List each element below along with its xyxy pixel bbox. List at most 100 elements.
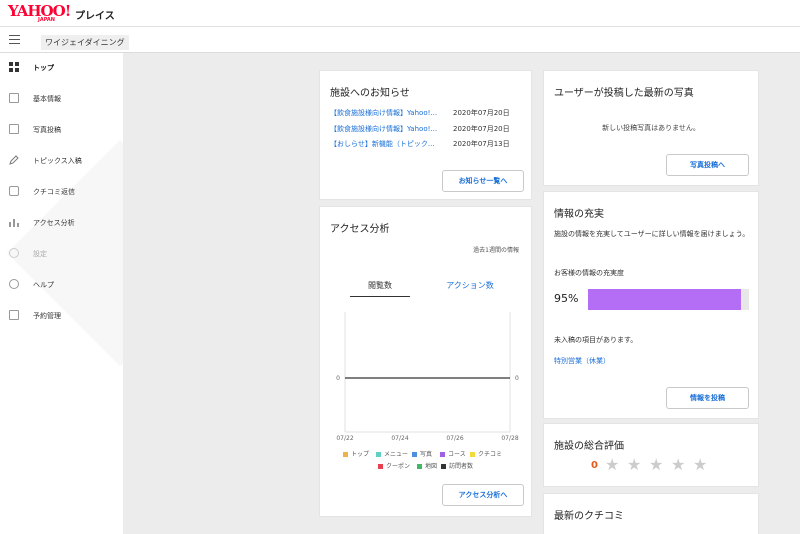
star-icon: ★	[605, 455, 620, 474]
sidebar-item-review-reply[interactable]: クチコミ返信	[0, 180, 123, 206]
service-name: プレイス	[75, 11, 115, 22]
store-bar: ワイジェイダイニング	[0, 27, 800, 53]
sidebar-item-help[interactable]: ヘルプ	[0, 273, 123, 299]
calendar-icon	[9, 310, 19, 320]
sidebar-item-label: 写真投稿	[33, 126, 61, 134]
info-card-title: 情報の充実	[554, 209, 604, 220]
sidebar-item-label: クチコミ返信	[33, 188, 75, 196]
legend-swatch	[378, 464, 383, 469]
info-post-button[interactable]: 情報を投稿	[666, 387, 749, 409]
legend-item: 訪問者数	[441, 461, 473, 470]
completeness-progress-fill	[588, 289, 741, 310]
document-icon	[9, 93, 19, 103]
photos-empty-message: 新しい投稿写真はありません。	[602, 124, 700, 132]
x-tick-label: 07/22	[336, 435, 353, 442]
completeness-progress-bar	[588, 289, 749, 310]
legend-swatch	[440, 452, 445, 457]
legend-swatch	[412, 452, 417, 457]
sidebar-item-settings[interactable]: 設定	[0, 242, 123, 268]
sidebar-item-reservations[interactable]: 予約管理	[0, 304, 123, 330]
legend-swatch	[441, 464, 446, 469]
sidebar-item-label: 予約管理	[33, 312, 61, 320]
news-item-link[interactable]: 【飲食施設様向け情報】Yahoo!...	[330, 124, 442, 134]
photo-icon	[9, 124, 19, 134]
legend-item: 地図	[417, 461, 437, 470]
x-tick-label: 07/28	[501, 435, 518, 442]
rating-card: 施設の総合評価 0 ★ ★ ★ ★ ★	[543, 423, 759, 487]
rating-score: 0	[591, 460, 598, 471]
sidebar-item-label: 基本情報	[33, 95, 61, 103]
help-icon	[9, 279, 19, 289]
tab-actions[interactable]: アクション数	[440, 280, 500, 296]
sidebar-item-top[interactable]: トップ	[0, 56, 123, 82]
x-tick-label: 07/24	[391, 435, 408, 442]
news-item[interactable]: 【おしらせ】新機能（トピック... 2020年07月13日	[330, 139, 520, 151]
sidebar-item-label: 設定	[33, 250, 47, 258]
analytics-card-title: アクセス分析	[330, 224, 390, 235]
x-tick-label: 07/26	[446, 435, 463, 442]
photos-card: ユーザーが投稿した最新の写真 新しい投稿写真はありません。 写真投稿へ	[543, 70, 759, 186]
missing-item-link[interactable]: 特別営業（休業）	[554, 356, 610, 366]
sidebar-item-topics[interactable]: トピックス入稿	[0, 149, 123, 175]
legend-swatch	[470, 452, 475, 457]
analytics-button[interactable]: アクセス分析へ	[442, 484, 524, 506]
news-item-link[interactable]: 【おしらせ】新機能（トピック...	[330, 139, 442, 149]
bar-chart-icon	[9, 217, 19, 227]
star-icon: ★	[693, 455, 708, 474]
y-tick-left: 0	[336, 375, 340, 382]
gear-icon	[9, 248, 19, 258]
info-description: 施設の情報を充実してユーザーに詳しい情報を届けましょう。	[554, 230, 750, 238]
pencil-icon	[9, 155, 19, 165]
legend-item: トップ	[343, 449, 369, 458]
legend-item: メニュー	[376, 449, 408, 458]
news-item[interactable]: 【飲食施設様向け情報】Yahoo!... 2020年07月20日	[330, 124, 520, 136]
star-icon: ★	[627, 455, 642, 474]
completeness-percent: 95%	[554, 292, 579, 305]
yahoo-japan-label: JAPAN	[38, 17, 55, 23]
y-tick-right: 0	[515, 375, 519, 382]
analytics-period-note: 過去1週間の情報	[473, 247, 519, 254]
sidebar-item-photo-post[interactable]: 写真投稿	[0, 118, 123, 144]
reviews-card: 最新のクチコミ	[543, 493, 759, 534]
analytics-card: アクセス分析 過去1週間の情報 閲覧数 アクション数 0 0 07/22 07/24 0…	[319, 206, 532, 517]
news-list-button[interactable]: お知らせ一覧へ	[442, 170, 524, 192]
chat-icon	[9, 186, 19, 196]
access-line-chart: 0 0 07/22 07/24 07/26 07/28	[336, 312, 519, 442]
legend-swatch	[343, 452, 348, 457]
news-card-title: 施設へのお知らせ	[330, 88, 410, 99]
news-item-date: 2020年07月20日	[453, 125, 510, 133]
legend-item: コース	[440, 449, 466, 458]
news-item-link[interactable]: 【飲食施設様向け情報】Yahoo!...	[330, 108, 442, 118]
star-icon: ★	[649, 455, 664, 474]
news-card: 施設へのお知らせ 【飲食施設様向け情報】Yahoo!... 2020年07月20…	[319, 70, 532, 200]
photos-card-title: ユーザーが投稿した最新の写真	[554, 88, 694, 99]
legend-swatch	[417, 464, 422, 469]
sidebar-item-label: トップ	[33, 64, 54, 72]
news-item-date: 2020年07月20日	[453, 109, 510, 117]
top-header: YAHOO! JAPAN プレイス	[0, 0, 800, 27]
rating-card-title: 施設の総合評価	[554, 441, 624, 452]
sidebar-item-label: アクセス分析	[33, 219, 75, 227]
legend-item: 写真	[412, 449, 432, 458]
legend-item: クチコミ	[470, 449, 502, 458]
completeness-label: お客様の情報の充実度	[554, 269, 624, 277]
sidebar: トップ 基本情報 写真投稿 トピックス入稿 クチコミ返信 アクセス分析 設定 ヘ…	[0, 53, 123, 534]
info-completeness-card: 情報の充実 施設の情報を充実してユーザーに詳しい情報を届けましょう。 お客様の情…	[543, 191, 759, 419]
sidebar-item-basic-info[interactable]: 基本情報	[0, 87, 123, 113]
photo-post-button[interactable]: 写真投稿へ	[666, 154, 749, 176]
sidebar-item-label: トピックス入稿	[33, 157, 82, 165]
main-content: 施設へのお知らせ 【飲食施設様向け情報】Yahoo!... 2020年07月20…	[123, 53, 800, 534]
store-name-label[interactable]: ワイジェイダイニング	[41, 35, 129, 50]
sidebar-item-analytics[interactable]: アクセス分析	[0, 211, 123, 237]
legend-swatch	[376, 452, 381, 457]
news-item[interactable]: 【飲食施設様向け情報】Yahoo!... 2020年07月20日	[330, 108, 520, 120]
dashboard-icon	[9, 62, 19, 72]
hamburger-menu-icon[interactable]	[9, 35, 20, 44]
star-icon: ★	[671, 455, 686, 474]
news-item-date: 2020年07月13日	[453, 140, 510, 148]
sidebar-item-label: ヘルプ	[33, 281, 54, 289]
missing-items-note: 未入稿の項目があります。	[554, 336, 638, 344]
tab-views[interactable]: 閲覧数	[350, 280, 410, 297]
legend-item: クーポン	[378, 461, 410, 470]
reviews-card-title: 最新のクチコミ	[554, 511, 624, 522]
